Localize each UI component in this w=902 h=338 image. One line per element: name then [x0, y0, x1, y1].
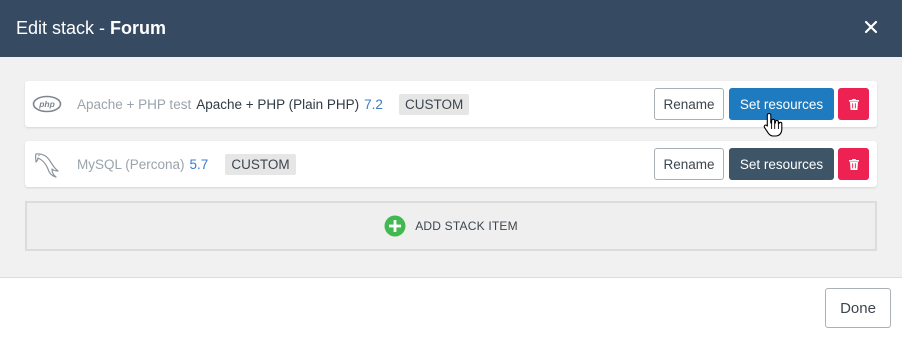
rename-button[interactable]: Rename — [654, 148, 724, 180]
delete-button[interactable] — [838, 88, 869, 120]
stack-item-version: 5.7 — [189, 156, 209, 172]
trash-icon — [848, 98, 859, 110]
modal-title: Edit stack - Forum — [16, 18, 166, 39]
stack-item-name: Apache + PHP test — [77, 96, 192, 112]
rename-button[interactable]: Rename — [654, 88, 724, 120]
close-icon — [864, 20, 878, 34]
stack-item-version: 7.2 — [364, 96, 383, 112]
stack-item-mysql: MySQL (Percona) 5.7 CUSTOM Rename Set re… — [25, 141, 877, 187]
stack-item-name: MySQL (Percona) — [77, 156, 185, 172]
svg-text:php: php — [38, 99, 55, 109]
plus-circle-icon — [384, 215, 406, 237]
modal-title-prefix: Edit stack — [16, 18, 95, 38]
modal-title-stack-name: Forum — [110, 18, 167, 38]
delete-button[interactable] — [838, 148, 869, 180]
add-stack-item-label: ADD STACK ITEM — [415, 219, 518, 233]
custom-badge: CUSTOM — [225, 153, 296, 175]
modal-title-separator: - — [99, 18, 106, 38]
stack-item-apache-php: php Apache + PHP test Apache + PHP (Plai… — [25, 81, 877, 127]
set-resources-button[interactable]: Set resources — [729, 148, 834, 180]
modal-body: php Apache + PHP test Apache + PHP (Plai… — [0, 57, 902, 278]
php-icon: php — [31, 88, 63, 120]
close-button[interactable] — [862, 18, 880, 36]
custom-badge: CUSTOM — [398, 93, 470, 115]
stack-item-type: Apache + PHP (Plain PHP) — [196, 96, 360, 112]
done-button[interactable]: Done — [825, 288, 891, 328]
modal-header: Edit stack - Forum — [0, 0, 902, 57]
mysql-dolphin-icon — [31, 148, 63, 180]
trash-icon — [848, 158, 859, 170]
set-resources-button[interactable]: Set resources — [729, 88, 834, 120]
add-stack-item-button[interactable]: ADD STACK ITEM — [25, 201, 877, 251]
